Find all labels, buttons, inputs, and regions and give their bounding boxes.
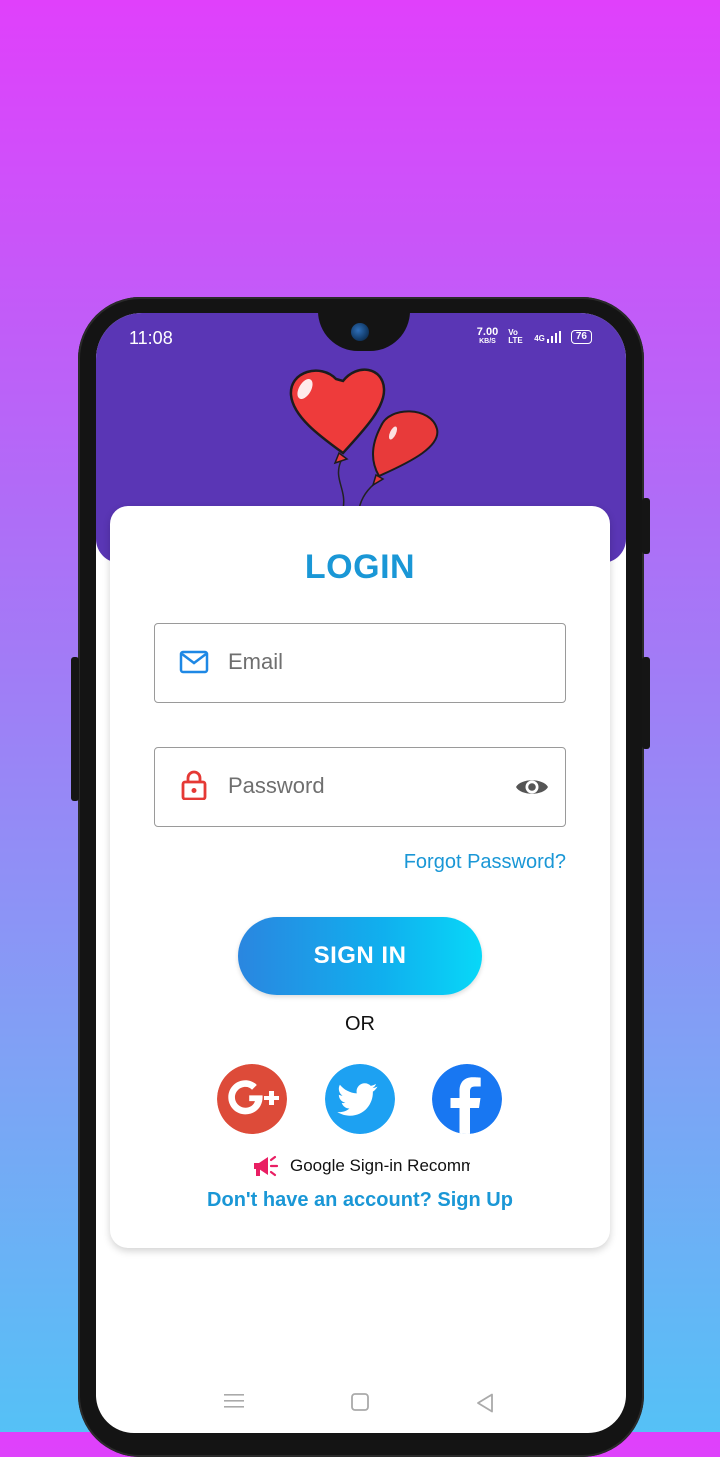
menu-icon[interactable]: [224, 1393, 244, 1409]
home-icon[interactable]: [351, 1393, 369, 1411]
system-navigation-bar: [96, 1381, 626, 1421]
twitter-icon[interactable]: [325, 1064, 395, 1134]
net-speed: 7.00 KB/S: [477, 327, 498, 346]
volte-indicator: Vo LTE: [508, 328, 523, 345]
sign-in-button[interactable]: SIGN IN: [238, 917, 482, 995]
login-title: LOGIN: [304, 548, 416, 586]
show-password-eye-icon[interactable]: [515, 776, 549, 798]
or-divider: OR: [345, 1013, 375, 1035]
google-plus-icon[interactable]: [217, 1064, 287, 1134]
sign-up-link[interactable]: Don't have an account? Sign Up: [110, 1189, 610, 1212]
network-type: 4G: [534, 334, 545, 343]
status-time: 11:08: [129, 328, 173, 348]
status-icons: 7.00 KB/S Vo LTE 4G 76: [477, 327, 592, 346]
password-field[interactable]: Password: [154, 747, 566, 827]
megaphone-icon: [254, 1155, 279, 1177]
heart-balloons-illustration: [289, 368, 439, 510]
phone-side-button-right-lower: [642, 657, 650, 749]
login-card: LOGIN Email Password Forgot Password? SI…: [110, 506, 610, 1248]
recommendation-text: Google Sign-in Recommended: [290, 1156, 470, 1175]
net-speed-unit: KB/S: [479, 338, 496, 345]
phone-side-button-left: [71, 657, 79, 801]
email-placeholder: Email: [228, 649, 284, 674]
signal-bars-icon: [546, 331, 561, 343]
lock-icon: [181, 770, 207, 800]
google-recommendation-marquee: Google Sign-in Recommended: [252, 1152, 470, 1180]
password-placeholder: Password: [228, 773, 325, 798]
mail-icon: [179, 650, 209, 674]
phone-screen: 11:08 7.00 KB/S Vo LTE 4G 76 LOGIN Email: [96, 313, 626, 1433]
battery-icon: 76: [570, 330, 592, 344]
facebook-icon[interactable]: [432, 1064, 502, 1134]
email-field[interactable]: Email: [154, 623, 566, 703]
front-camera: [351, 323, 369, 341]
phone-side-button-right-upper: [642, 498, 650, 554]
back-icon[interactable]: [476, 1393, 494, 1413]
forgot-password-link[interactable]: Forgot Password?: [404, 851, 566, 874]
signal-icon: 4G: [534, 331, 561, 343]
